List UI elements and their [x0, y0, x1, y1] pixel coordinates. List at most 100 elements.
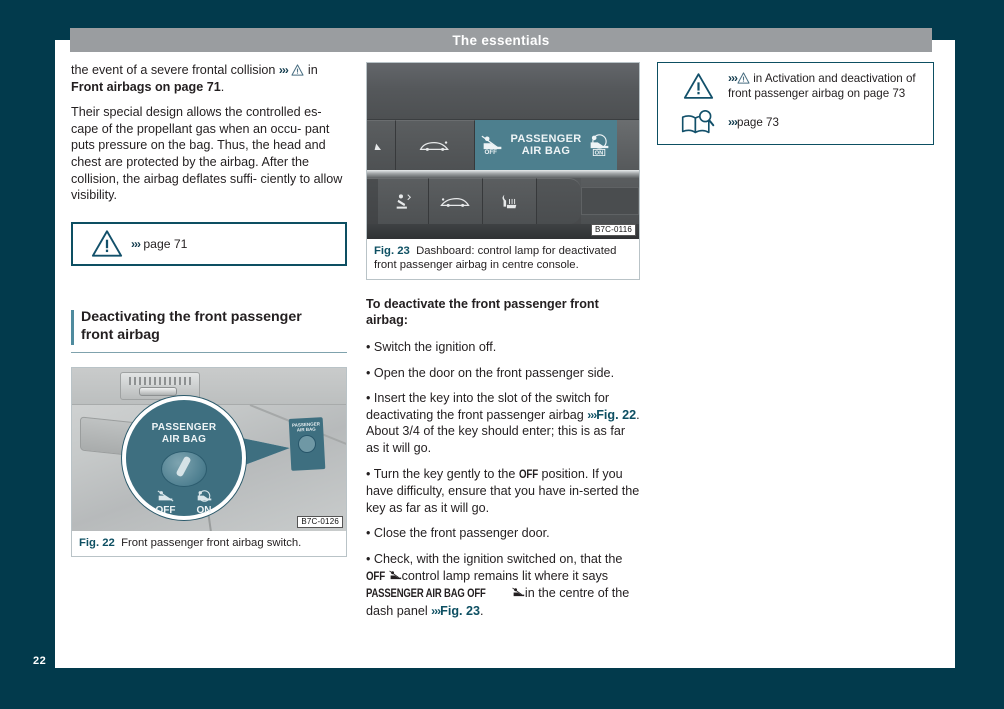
console-blank-plate	[580, 178, 639, 224]
bullet-marker: •	[366, 391, 371, 406]
passenger-airbag-control-lamp: OFF PASSENGER AIR BAG ON	[475, 120, 617, 170]
off-lamp-chip: OFF	[366, 569, 385, 583]
figure-22-image: PASSENGER AIR BAG PASSENGER AIR BAG OFF …	[72, 367, 346, 531]
figure-23-number: Fig. 23	[374, 245, 410, 257]
lamp-label-line2: AIR BAG	[521, 145, 571, 157]
instructions-heading-l1: To deactivate the front passenger front	[366, 296, 599, 311]
figure-22-caption-text: Front passenger front airbag switch.	[121, 536, 302, 549]
paragraph-intro: the event of a severe frontal collision …	[71, 62, 347, 95]
warning-reference-page: page 71	[143, 236, 188, 251]
mini-switch-keyhole-icon	[297, 434, 317, 454]
console-button-seat-heater[interactable]	[483, 178, 538, 224]
key-switch-knob-icon	[161, 450, 207, 487]
chevron-marker: ›››	[131, 236, 141, 251]
note-row-warning-text: ››› in Activation and deactivation of fr…	[728, 71, 916, 101]
bullet-item: • Switch the ignition off.	[366, 339, 640, 356]
hazard-icon	[374, 143, 381, 150]
note-row-reference: ›››page 73	[668, 109, 923, 136]
callout-title-line2: AIR BAG	[161, 433, 207, 445]
figure-23-caption-text: Dashboard: control lamp for deactivated …	[374, 245, 617, 272]
chevron-marker: ›››	[728, 71, 738, 85]
dashboard-top-strip	[367, 63, 639, 90]
bullet-marker: •	[366, 551, 371, 566]
bullet-text-part-a: Turn the key gently to the	[373, 466, 516, 481]
chevron-marker: ›››	[728, 114, 738, 129]
off-position-chip: OFF	[518, 467, 538, 481]
figure-link-23[interactable]: Fig. 23	[440, 604, 480, 618]
console-blank-insert	[580, 187, 639, 215]
console-button-boot-lid[interactable]	[396, 120, 475, 170]
bullet-item: • Check, with the ignition switched on, …	[366, 551, 640, 619]
child-seat-icon	[396, 194, 411, 209]
bullet-text-period: .	[480, 603, 484, 618]
passenger-airbag-off-chip: PASSENGER AIR BAG OFF	[366, 587, 486, 601]
console-button-bonnet[interactable]	[428, 178, 484, 224]
instructions-heading-l2: airbag:	[366, 313, 408, 328]
lamp-label-line1: PASSENGER	[510, 132, 582, 145]
bullet-item: • Turn the key gently to the OFF position…	[366, 466, 640, 517]
callout-magnifier: PASSENGER AIR BAG OFF ON	[122, 395, 246, 520]
dashboard-second-band	[367, 89, 639, 120]
figure-link-22[interactable]: Fig. 22	[596, 408, 636, 422]
console-button-row-1: OFF PASSENGER AIR BAG ON	[367, 120, 639, 170]
airbag-on-symbol-icon: ON	[591, 134, 609, 156]
figure-23: OFF PASSENGER AIR BAG ON B7C-0116 Fig. 2…	[366, 62, 640, 280]
bullet-text-part-a: Check, with the ignition switched on, th…	[373, 551, 623, 566]
bonnet-icon	[440, 197, 471, 207]
paragraph-intro-text-2: in	[304, 63, 318, 77]
warning-triangle-icon	[737, 72, 750, 84]
note-row-warning-line2: front passenger airbag on page 73	[728, 86, 906, 100]
chevron-marker: ›››	[587, 407, 597, 422]
callout-title-line1: PASSENGER	[151, 421, 217, 433]
airbag-off-symbol-icon	[157, 490, 174, 502]
figure-23-code-tag: B7C-0116	[590, 224, 636, 236]
paragraph-design-l2: cape of the propellant gas when an occu-	[71, 121, 302, 136]
chevron-marker: ›››	[431, 603, 441, 618]
warning-reference-text: ››› page 71	[131, 236, 187, 252]
console-button-partial[interactable]	[367, 120, 396, 170]
console-button-row-2	[367, 178, 639, 224]
page-frame: The essentials 22 the event of a severe …	[0, 0, 1004, 709]
chevron-marker: ›››	[278, 63, 289, 77]
airbag-switch-actual: PASSENGER AIR BAG	[288, 416, 326, 471]
figure-23-artwork: OFF PASSENGER AIR BAG ON B7C-0116	[367, 63, 639, 239]
bullet-marker: •	[366, 526, 371, 541]
paragraph-intro-bold: Front airbags on page 71	[71, 79, 221, 94]
console-button-child-seat[interactable]	[378, 178, 429, 224]
note-row-reference-page: page 73	[737, 115, 779, 129]
airbag-off-symbol-icon	[388, 570, 402, 582]
right-column: ››› in Activation and deactivation of fr…	[657, 62, 934, 146]
svg-text:OFF: OFF	[484, 149, 497, 155]
bullet-text-part-b: control lamp remains lit where it says	[401, 568, 609, 583]
instructions-heading: To deactivate the front passenger front …	[366, 296, 640, 329]
warning-reference-box: ››› page 71	[71, 221, 347, 266]
vent-knob	[139, 386, 177, 396]
paragraph-intro-text: the event of a severe frontal collision	[71, 63, 279, 77]
paragraph-design: Their special design allows the controll…	[71, 104, 347, 204]
warning-triangle-icon	[668, 72, 728, 100]
warning-triangle-icon	[83, 229, 131, 258]
console-button-blank[interactable]	[537, 178, 581, 224]
figure-22-callout: PASSENGER AIR BAG OFF ON	[122, 395, 290, 520]
figure-23-caption: Fig. 23 Dashboard: control lamp for deac…	[367, 239, 639, 279]
note-row-reference-text: ›››page 73	[728, 115, 779, 131]
section-heading-line2: front airbag	[81, 327, 160, 344]
bullet-marker: •	[366, 340, 371, 354]
bullet-text: Close the front passenger door.	[373, 526, 550, 541]
callout-tail	[242, 437, 290, 466]
figure-22-artwork: PASSENGER AIR BAG PASSENGER AIR BAG OFF …	[72, 367, 346, 531]
figure-23-image: OFF PASSENGER AIR BAG ON B7C-0116	[367, 63, 639, 239]
bullet-marker: •	[366, 466, 371, 481]
left-column: the event of a severe frontal collision …	[71, 62, 347, 558]
section-heading: Deactivating the front passenger front a…	[71, 308, 347, 353]
bullet-item: • Open the door on the front passenger s…	[366, 365, 640, 382]
airbag-off-symbol-icon	[512, 587, 525, 599]
bullet-text-part-a: Insert the key into the slot of the swit…	[366, 391, 610, 422]
svg-text:ON: ON	[595, 151, 604, 156]
section-heading-line1: Deactivating the front passenger	[81, 308, 302, 325]
book-magnifier-icon	[668, 109, 728, 136]
figure-22-code-tag: B7C-0126	[297, 515, 343, 528]
callout-label-on: ON	[196, 504, 212, 516]
airbag-off-symbol-icon: OFF	[481, 135, 501, 155]
figure-22: PASSENGER AIR BAG PASSENGER AIR BAG OFF …	[71, 366, 347, 558]
